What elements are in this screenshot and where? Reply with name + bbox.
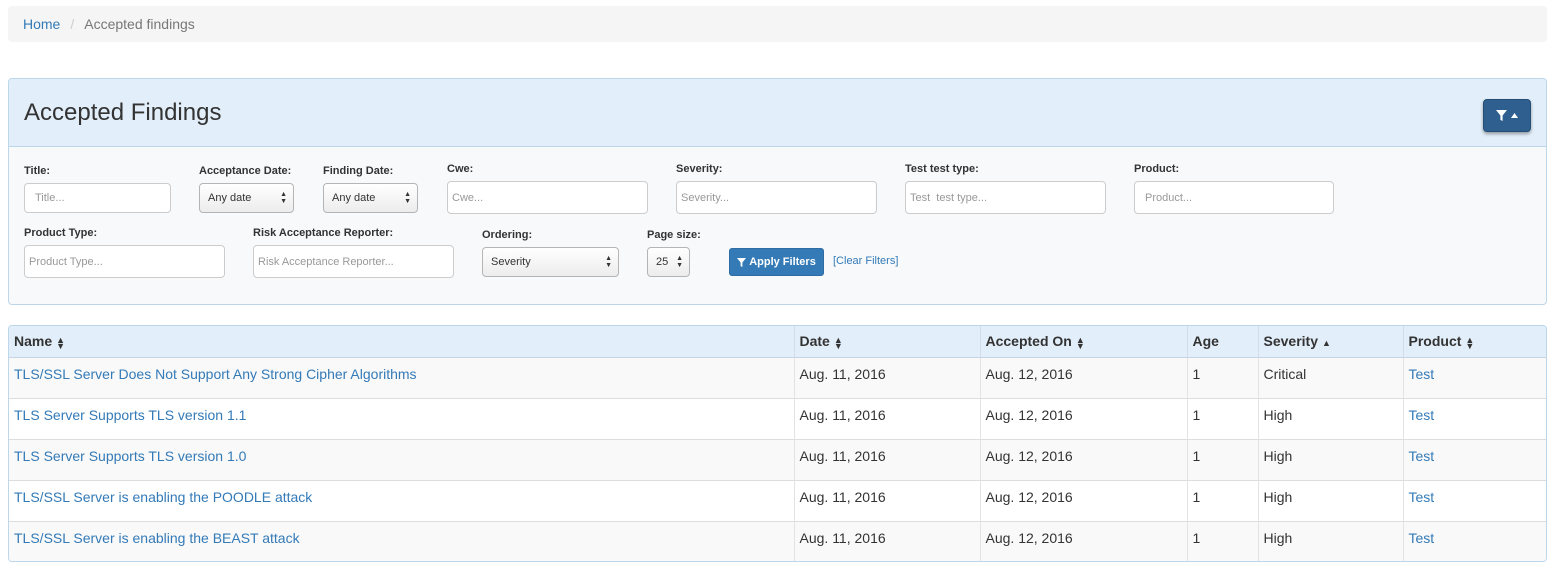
select-arrows-icon: ▲ ▼ (605, 255, 612, 269)
table-row: TLS Server Supports TLS version 1.0 Aug.… (9, 438, 1546, 480)
ordering-label: Ordering: (482, 229, 533, 241)
breadcrumb: Home / Accepted findings (8, 6, 1547, 42)
finding-date-select[interactable]: Any date ▲ ▼ (323, 183, 418, 213)
apply-filters-button[interactable]: Apply Filters (729, 248, 824, 276)
column-header-product[interactable]: Product ▲ ▼ (1403, 326, 1546, 358)
finding-name-link[interactable]: TLS Server Supports TLS version 1.1 (14, 407, 246, 423)
product-type-filter-label: Product Type: (24, 227, 98, 239)
table-row: TLS Server Supports TLS version 1.1 Aug.… (9, 397, 1546, 439)
sort-asc-icon: ▲ (1321, 337, 1331, 348)
select-arrows-icon: ▲ ▼ (676, 255, 683, 269)
select-arrows-icon: ▲ ▼ (404, 191, 411, 205)
finding-name-link[interactable]: TLS/SSL Server Does Not Support Any Stro… (14, 366, 417, 382)
finding-accepted-on: Aug. 12, 2016 (980, 356, 1188, 398)
test-type-filter-input[interactable] (905, 181, 1106, 214)
cwe-filter-label: Cwe: (447, 163, 474, 175)
findings-table: Name ▲ ▼ Date ▲ ▼ Accepted On ▲ ▼ Age Severity… (9, 326, 1546, 561)
finding-severity: Critical (1258, 356, 1404, 398)
product-link[interactable]: Test (1409, 366, 1435, 382)
finding-age: 1 (1187, 397, 1259, 439)
panel-heading: Accepted Findings (9, 79, 1546, 147)
page-title: Accepted Findings (24, 99, 222, 126)
finding-age: 1 (1187, 520, 1259, 561)
breadcrumb-current: Accepted findings (84, 16, 195, 32)
product-link[interactable]: Test (1409, 489, 1435, 505)
breadcrumb-separator: / (70, 16, 75, 32)
product-type-filter-input[interactable] (24, 245, 225, 278)
product-link[interactable]: Test (1409, 448, 1435, 464)
filter-icon (737, 257, 747, 267)
sort-icon: ▲ ▼ (1465, 334, 1475, 351)
severity-filter-label: Severity: (676, 163, 723, 175)
finding-age: 1 (1187, 438, 1259, 480)
page-size-label: Page size: (647, 229, 701, 241)
title-filter-input[interactable] (24, 183, 171, 213)
breadcrumb-home-link[interactable]: Home (23, 16, 60, 32)
column-header-date[interactable]: Date ▲ ▼ (794, 326, 981, 358)
finding-accepted-on: Aug. 12, 2016 (980, 520, 1188, 561)
reporter-filter-label: Risk Acceptance Reporter: (253, 227, 394, 239)
filter-panel: Accepted Findings Title: Acceptance Date… (8, 78, 1547, 305)
column-header-name[interactable]: Name ▲ ▼ (9, 326, 795, 358)
severity-filter-input[interactable] (676, 181, 877, 214)
acceptance-date-value: Any date (208, 192, 252, 204)
finding-severity: High (1258, 520, 1404, 561)
column-header-severity[interactable]: Severity ▲ (1258, 326, 1404, 358)
test-type-filter-label: Test test type: (905, 163, 979, 175)
finding-date: Aug. 11, 2016 (794, 356, 981, 398)
product-filter-input[interactable] (1134, 181, 1334, 214)
finding-name-link[interactable]: TLS/SSL Server is enabling the POODLE at… (14, 489, 312, 505)
ordering-value: Severity (491, 256, 531, 268)
finding-name-link[interactable]: TLS/SSL Server is enabling the BEAST att… (14, 530, 300, 546)
reporter-filter-input[interactable] (253, 245, 454, 278)
table-row: TLS/SSL Server Does Not Support Any Stro… (9, 356, 1546, 398)
product-link[interactable]: Test (1409, 530, 1435, 546)
cwe-filter-input[interactable] (447, 181, 648, 214)
finding-date-value: Any date (332, 192, 376, 204)
select-arrows-icon: ▲ ▼ (280, 191, 287, 205)
product-link[interactable]: Test (1409, 407, 1435, 423)
finding-accepted-on: Aug. 12, 2016 (980, 438, 1188, 480)
finding-severity: High (1258, 438, 1404, 480)
finding-date: Aug. 11, 2016 (794, 438, 981, 480)
finding-date: Aug. 11, 2016 (794, 397, 981, 439)
finding-severity: High (1258, 479, 1404, 521)
filter-icon (1496, 110, 1507, 121)
ordering-select[interactable]: Severity ▲ ▼ (482, 247, 619, 277)
page-size-value: 25 (656, 256, 669, 268)
finding-age: 1 (1187, 479, 1259, 521)
title-filter-label: Title: (24, 165, 51, 177)
filter-toggle-button[interactable] (1483, 99, 1531, 132)
product-filter-label: Product: (1134, 163, 1180, 175)
sort-icon: ▲ ▼ (1075, 334, 1085, 351)
apply-filters-label: Apply Filters (749, 256, 816, 268)
table-header-row: Name ▲ ▼ Date ▲ ▼ Accepted On ▲ ▼ Age Severity… (9, 326, 1546, 358)
column-header-age: Age (1187, 326, 1259, 358)
finding-date-label: Finding Date: (323, 165, 394, 177)
finding-accepted-on: Aug. 12, 2016 (980, 479, 1188, 521)
acceptance-date-select[interactable]: Any date ▲ ▼ (199, 183, 294, 213)
caret-up-icon (1511, 113, 1518, 118)
table-row: TLS/SSL Server is enabling the POODLE at… (9, 479, 1546, 521)
finding-date: Aug. 11, 2016 (794, 520, 981, 561)
finding-date: Aug. 11, 2016 (794, 479, 981, 521)
finding-name-link[interactable]: TLS Server Supports TLS version 1.0 (14, 448, 246, 464)
clear-filters-link[interactable]: [Clear Filters] (833, 255, 898, 267)
acceptance-date-label: Acceptance Date: (199, 165, 292, 177)
table-row: TLS/SSL Server is enabling the BEAST att… (9, 520, 1546, 561)
findings-table-container: Name ▲ ▼ Date ▲ ▼ Accepted On ▲ ▼ Age Severity… (8, 325, 1547, 562)
sort-icon: ▲ ▼ (56, 334, 66, 351)
finding-severity: High (1258, 397, 1404, 439)
column-header-accepted-on[interactable]: Accepted On ▲ ▼ (980, 326, 1188, 358)
finding-accepted-on: Aug. 12, 2016 (980, 397, 1188, 439)
page-size-select[interactable]: 25 ▲ ▼ (647, 247, 690, 277)
sort-icon: ▲ ▼ (833, 334, 843, 351)
finding-age: 1 (1187, 356, 1259, 398)
